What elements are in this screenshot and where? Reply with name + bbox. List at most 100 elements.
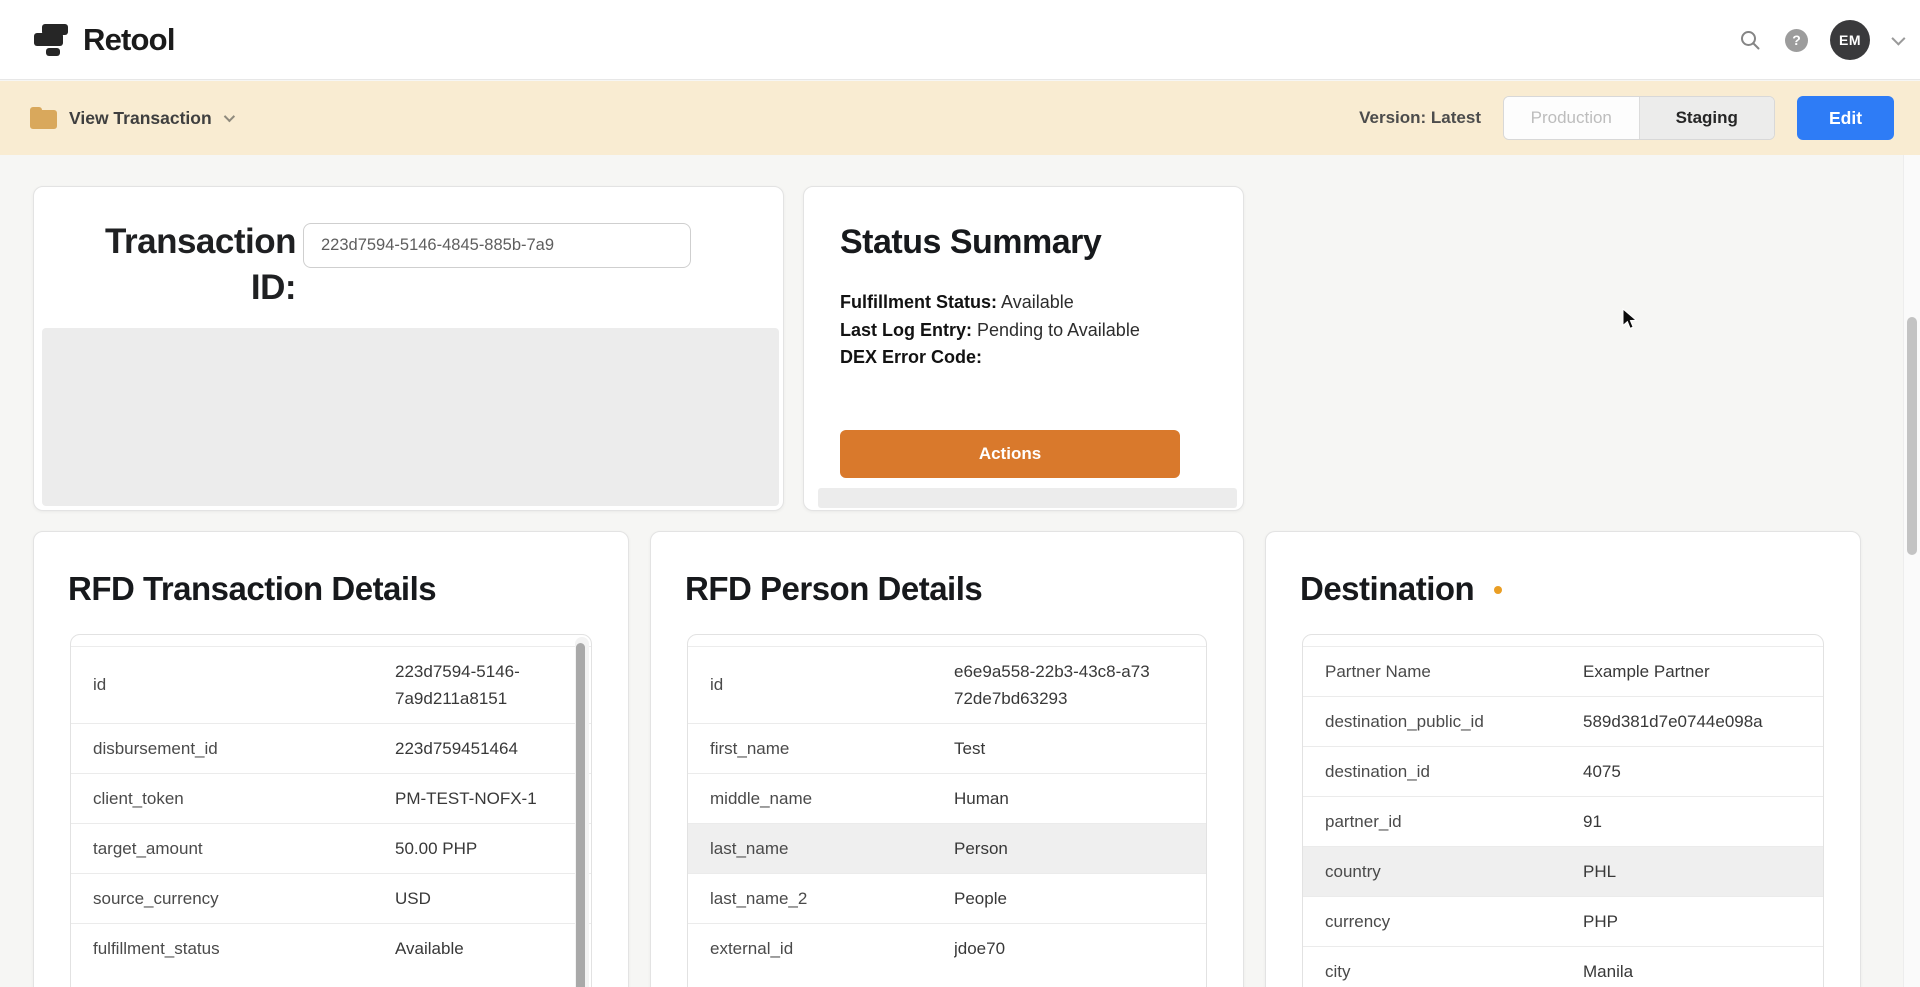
row-key: destination_id bbox=[1303, 759, 1583, 785]
row-value: Example Partner bbox=[1583, 658, 1823, 685]
row-key: Partner Name bbox=[1303, 659, 1583, 685]
status-line-lastlog: Last Log Entry: Pending to Available bbox=[840, 317, 1140, 345]
table-row[interactable]: target_amount50.00 PHP bbox=[71, 823, 591, 873]
table-row[interactable]: middle_nameHuman bbox=[688, 773, 1206, 823]
row-value: 91 bbox=[1583, 808, 1823, 835]
sparkle-icon bbox=[1494, 586, 1502, 594]
table-scrollbar-track[interactable] bbox=[575, 637, 589, 987]
table-row[interactable]: ide6e9a558-22b3-43c8-a73 72de7bd63293 bbox=[688, 647, 1206, 723]
search-icon[interactable] bbox=[1737, 27, 1763, 53]
table-row[interactable]: disbursement_id223d759451464 bbox=[71, 723, 591, 773]
row-value: People bbox=[954, 885, 1206, 912]
row-value: Manila bbox=[1583, 958, 1823, 985]
table-row[interactable]: source_currencyUSD bbox=[71, 873, 591, 923]
table-row[interactable]: last_name_2People bbox=[688, 873, 1206, 923]
env-staging-button[interactable]: Staging bbox=[1639, 97, 1775, 139]
row-value: jdoe70 bbox=[954, 935, 1206, 962]
row-key: id bbox=[71, 672, 395, 698]
folder-icon bbox=[30, 107, 57, 129]
row-key: currency bbox=[1303, 909, 1583, 935]
app-switcher[interactable]: View Transaction bbox=[30, 81, 232, 155]
status-line-dex: DEX Error Code: bbox=[840, 344, 1140, 372]
page-scrollbar-thumb[interactable] bbox=[1907, 317, 1917, 555]
retool-logo-text: Retool bbox=[83, 22, 175, 58]
row-value: e6e9a558-22b3-43c8-a73 72de7bd63293 bbox=[954, 658, 1206, 712]
app-name: View Transaction bbox=[69, 108, 212, 129]
row-value: Test bbox=[954, 735, 1206, 762]
rfd-transaction-details-table: id223d7594-5146- 7a9d211a8151disbursemen… bbox=[70, 634, 592, 987]
table-row[interactable]: first_nameTest bbox=[688, 723, 1206, 773]
status-label: Fulfillment Status: bbox=[840, 292, 997, 312]
app-toolbar: View Transaction Version: Latest Product… bbox=[0, 81, 1920, 155]
row-value: PM-TEST-NOFX-1 bbox=[395, 785, 591, 812]
row-key: client_token bbox=[71, 786, 395, 812]
rfd-transaction-details-title: RFD Transaction Details bbox=[68, 570, 436, 608]
rfd-person-details-panel: RFD Person Details ide6e9a558-22b3-43c8-… bbox=[650, 531, 1244, 987]
version-label: Version: Latest bbox=[1359, 108, 1481, 128]
row-key: fulfillment_status bbox=[71, 936, 395, 962]
account-chevron-down-icon[interactable] bbox=[1891, 32, 1905, 46]
table-row[interactable]: currencyPHP bbox=[1303, 896, 1823, 946]
table-row[interactable]: fulfillment_statusAvailable bbox=[71, 923, 591, 973]
row-key: city bbox=[1303, 959, 1583, 985]
table-scrollbar-thumb[interactable] bbox=[576, 643, 585, 987]
row-key: target_amount bbox=[71, 836, 395, 862]
transaction-id-heading-line1: Transaction bbox=[44, 219, 296, 265]
row-key: country bbox=[1303, 859, 1583, 885]
row-key: destination_public_id bbox=[1303, 709, 1583, 735]
table-row[interactable]: cityManila bbox=[1303, 946, 1823, 987]
row-key: last_name_2 bbox=[688, 886, 954, 912]
top-bar: Retool ? EM bbox=[0, 0, 1920, 80]
row-value: PHL bbox=[1583, 858, 1823, 885]
actions-button[interactable]: Actions bbox=[840, 430, 1180, 478]
row-key: external_id bbox=[688, 936, 954, 962]
mouse-cursor bbox=[1622, 308, 1640, 337]
transaction-id-heading-line2: ID: bbox=[44, 265, 296, 311]
row-value: USD bbox=[395, 885, 591, 912]
env-production-button[interactable]: Production bbox=[1504, 97, 1639, 139]
rfd-person-details-table: ide6e9a558-22b3-43c8-a73 72de7bd63293fir… bbox=[687, 634, 1207, 987]
row-value: Person bbox=[954, 835, 1206, 862]
destination-title: Destination bbox=[1300, 570, 1474, 608]
row-key: middle_name bbox=[688, 786, 954, 812]
status-summary-title: Status Summary bbox=[840, 223, 1101, 262]
destination-table: Partner NameExample Partnerdestination_p… bbox=[1302, 634, 1824, 987]
avatar[interactable]: EM bbox=[1830, 20, 1870, 60]
table-row[interactable]: destination_public_id589d381d7e0744e098a bbox=[1303, 696, 1823, 746]
retool-logo: Retool bbox=[33, 20, 175, 60]
transaction-id-input[interactable] bbox=[303, 223, 691, 268]
table-row[interactable]: id223d7594-5146- 7a9d211a8151 bbox=[71, 647, 591, 723]
status-summary-lines: Fulfillment Status: Available Last Log E… bbox=[840, 289, 1140, 372]
table-row[interactable]: partner_id91 bbox=[1303, 796, 1823, 846]
table-row[interactable]: client_tokenPM-TEST-NOFX-1 bbox=[71, 773, 591, 823]
page-scrollbar-track[interactable] bbox=[1903, 155, 1920, 987]
edit-button[interactable]: Edit bbox=[1797, 96, 1894, 140]
row-value: 4075 bbox=[1583, 758, 1823, 785]
row-key: partner_id bbox=[1303, 809, 1583, 835]
transaction-id-panel: Transaction ID: bbox=[33, 186, 784, 511]
table-row[interactable]: destination_id4075 bbox=[1303, 746, 1823, 796]
row-value: PHP bbox=[1583, 908, 1823, 935]
rfd-person-details-title: RFD Person Details bbox=[685, 570, 982, 608]
status-line-fulfillment: Fulfillment Status: Available bbox=[840, 289, 1140, 317]
table-row[interactable]: Partner NameExample Partner bbox=[1303, 647, 1823, 696]
status-value: Pending to Available bbox=[977, 320, 1140, 340]
status-label: Last Log Entry: bbox=[840, 320, 972, 340]
environment-toggle: Production Staging bbox=[1503, 96, 1775, 140]
app-chevron-down-icon bbox=[223, 111, 234, 122]
table-row[interactable]: external_idjdoe70 bbox=[688, 923, 1206, 973]
row-key: last_name bbox=[688, 836, 954, 862]
status-label: DEX Error Code: bbox=[840, 347, 982, 367]
row-key: source_currency bbox=[71, 886, 395, 912]
status-summary-panel: Status Summary Fulfillment Status: Avail… bbox=[803, 186, 1244, 511]
row-value: 223d7594-5146- 7a9d211a8151 bbox=[395, 658, 591, 712]
transaction-id-heading: Transaction ID: bbox=[44, 219, 296, 311]
table-row[interactable]: countryPHL bbox=[1303, 846, 1823, 896]
row-value: 589d381d7e0744e098a bbox=[1583, 708, 1823, 735]
help-icon[interactable]: ? bbox=[1785, 29, 1808, 52]
table-row[interactable]: last_namePerson bbox=[688, 823, 1206, 873]
table-header-strip bbox=[1303, 635, 1823, 647]
rfd-transaction-details-panel: RFD Transaction Details id223d7594-5146-… bbox=[33, 531, 629, 987]
row-value: Human bbox=[954, 785, 1206, 812]
row-key: disbursement_id bbox=[71, 736, 395, 762]
